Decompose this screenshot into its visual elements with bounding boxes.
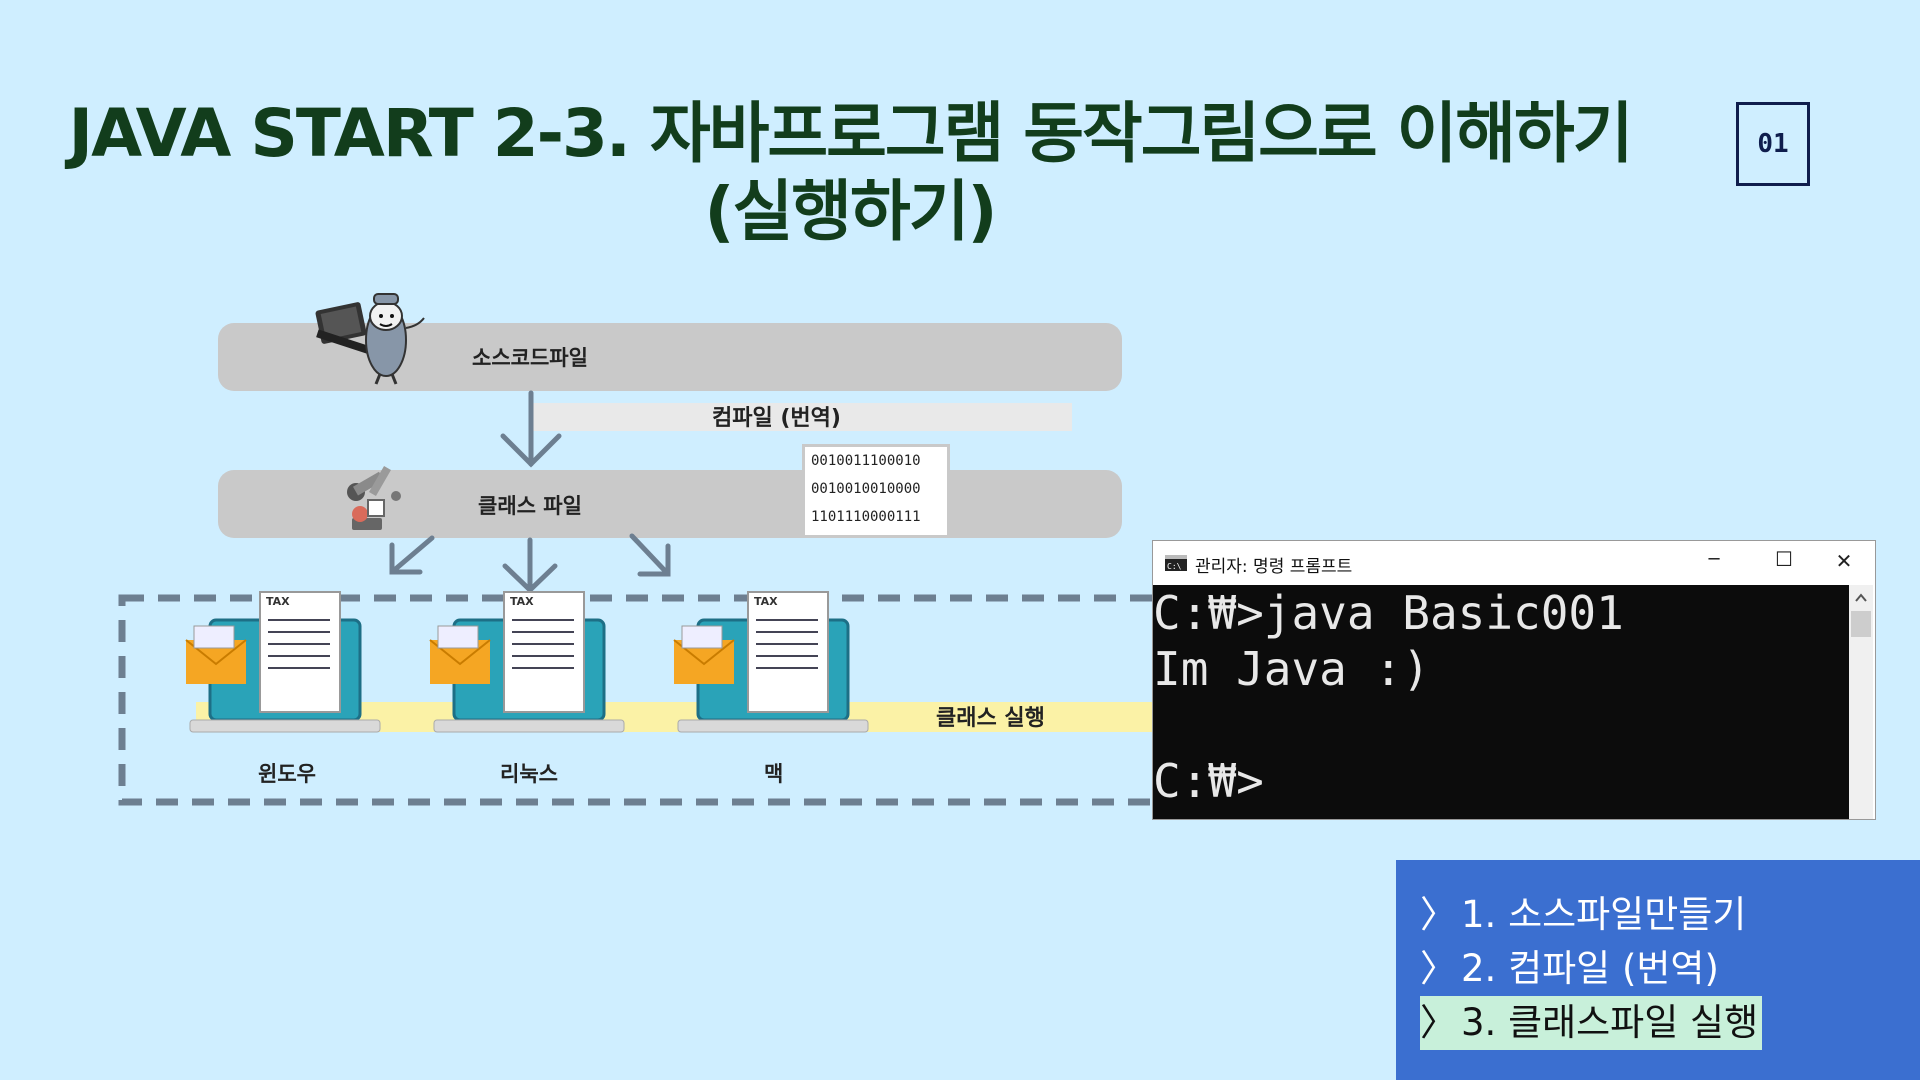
cmd-titlebar[interactable]: C:\ 관리자: 명령 프롬프트 ─ ☐ ✕ [1153,541,1875,585]
cmd-line: C:₩>java Basic001 [1153,586,1624,640]
steps-panel: 〉 1. 소스파일만들기 〉 2. 컴파일 (번역) 〉 3. 클래스파일 실행 [1396,860,1920,1080]
maximize-button[interactable]: ☐ [1761,547,1807,575]
cmd-app-icon: C:\ [1165,555,1187,571]
down-arrow-center [502,537,558,594]
cmd-console[interactable]: C:₩>java Basic001 Im Java :) C:₩> [1153,585,1849,819]
svg-text:TAX: TAX [754,595,778,608]
down-arrow-compile [500,390,562,468]
svg-text:TAX: TAX [266,595,290,608]
developer-illustration [315,293,425,385]
chevron-right-icon: 〉 [1420,1001,1457,1044]
computer-illustration-linux: TAX [429,591,625,733]
os-label-mac: 맥 [764,762,784,786]
os-label-windows: 윈도우 [258,762,316,786]
step-list: 〉 1. 소스파일만들기 〉 2. 컴파일 (번역) 〉 3. 클래스파일 실행 [1420,888,1763,1050]
down-arrow-left [389,535,435,575]
close-button[interactable]: ✕ [1821,549,1867,577]
svg-text:TAX: TAX [510,595,534,608]
computer-illustration-mac: TAX [673,591,869,733]
cmd-line [1153,697,1849,753]
step-item-1: 〉 1. 소스파일만들기 [1420,888,1762,942]
chevron-right-icon: 〉 [1420,947,1457,990]
step-item-3-active: 〉 3. 클래스파일 실행 [1420,996,1763,1050]
down-arrow-right [629,533,671,577]
computer-illustration-windows: TAX [185,591,381,733]
os-label-linux: 리눅스 [500,762,558,786]
command-prompt-window: C:\ 관리자: 명령 프롬프트 ─ ☐ ✕ C:₩>java Basic001… [1152,540,1876,820]
minimize-button[interactable]: ─ [1691,549,1737,577]
cmd-title: 관리자: 명령 프롬프트 [1195,557,1353,577]
step-label: 3. 클래스파일 실행 [1461,1001,1759,1044]
svg-text:C:\: C:\ [1167,562,1182,571]
cmd-scrollbar[interactable] [1849,585,1873,819]
chevron-right-icon: 〉 [1420,893,1457,936]
scrollbar-thumb[interactable] [1851,611,1871,637]
scroll-up-icon[interactable] [1855,593,1867,603]
cmd-line: Im Java :) [1153,642,1430,696]
class-run-label: 클래스 실행 [936,706,1045,731]
step-item-2: 〉 2. 컴파일 (번역) [1420,942,1762,996]
cmd-line: C:₩> [1153,754,1264,808]
step-label: 1. 소스파일만들기 [1461,893,1747,936]
robot-arm-icon [347,466,401,530]
step-label: 2. 컴파일 (번역) [1461,947,1719,990]
